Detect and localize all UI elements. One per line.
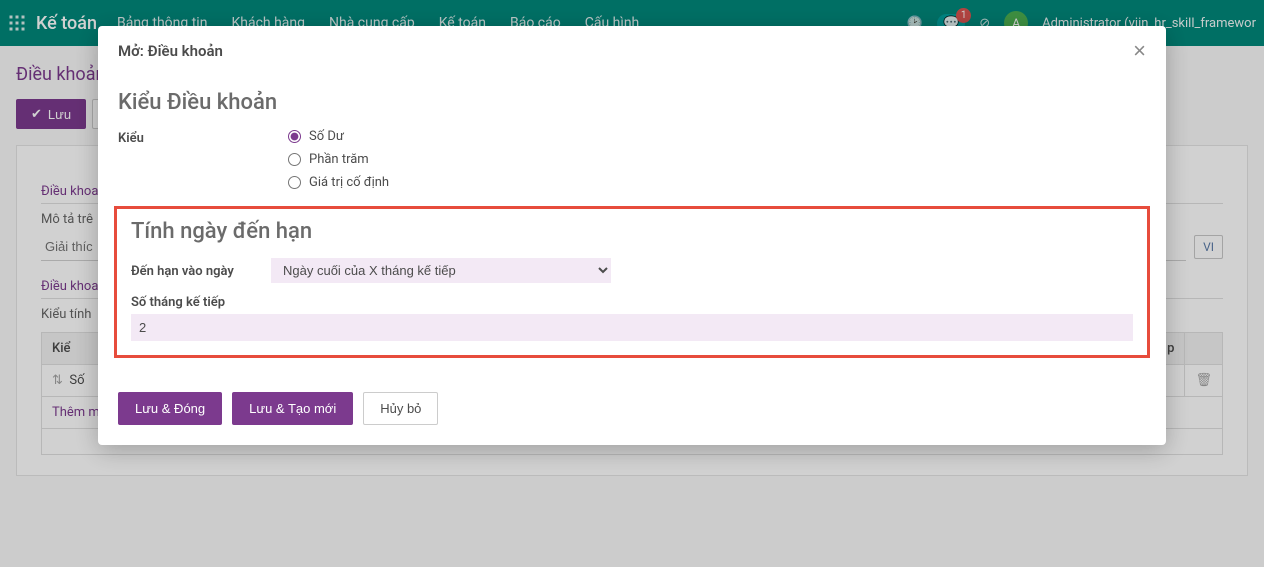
section-type-header: Kiểu Điều khoản — [118, 90, 1146, 115]
type-label: Kiểu — [118, 129, 288, 146]
radio-fixed-input[interactable] — [288, 176, 301, 189]
radio-percent-input[interactable] — [288, 153, 301, 166]
modal-overlay: Mở: Điều khoản × Kiểu Điều khoản Kiểu Số… — [0, 0, 1264, 567]
modal-title: Mở: Điều khoản — [118, 42, 223, 60]
save-close-button[interactable]: Lưu & Đóng — [118, 392, 222, 425]
section-due-header: Tính ngày đến hạn — [131, 219, 1133, 244]
radio-balance-input[interactable] — [288, 130, 301, 143]
radio-balance[interactable]: Số Dư — [288, 129, 1146, 144]
modal-close-button[interactable]: × — [1133, 40, 1146, 62]
modal-dialog: Mở: Điều khoản × Kiểu Điều khoản Kiểu Số… — [98, 26, 1166, 445]
radio-fixed[interactable]: Giá trị cố định — [288, 175, 1146, 190]
due-on-select[interactable]: Ngày cuối của X tháng kế tiếp — [271, 258, 611, 283]
months-input[interactable] — [131, 314, 1133, 341]
radio-percent[interactable]: Phần trăm — [288, 152, 1146, 167]
months-label: Số tháng kế tiếp — [131, 293, 1133, 310]
due-date-highlight: Tính ngày đến hạn Đến hạn vào ngày Ngày … — [114, 206, 1150, 358]
cancel-button[interactable]: Hủy bỏ — [363, 392, 438, 425]
save-new-button[interactable]: Lưu & Tạo mới — [232, 392, 353, 425]
due-on-label: Đến hạn vào ngày — [131, 262, 271, 279]
